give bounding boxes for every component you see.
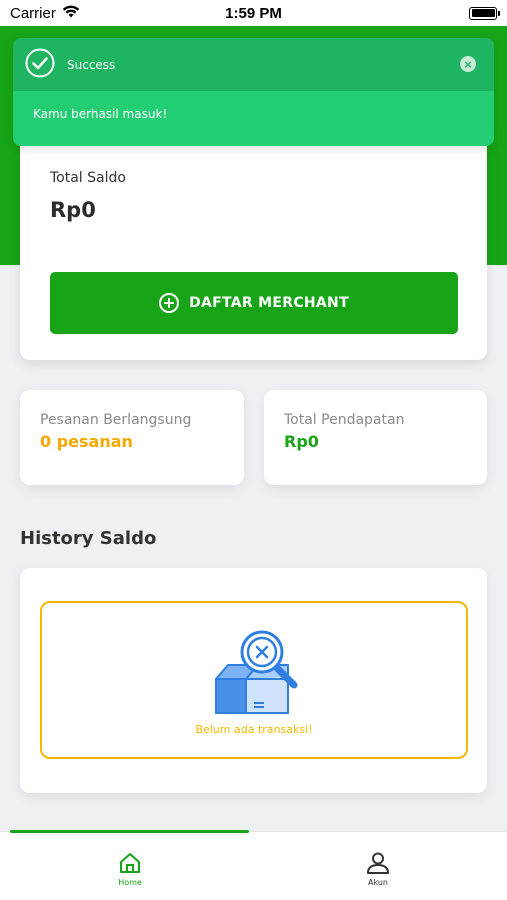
toast-message: Kamu berhasil masuk! bbox=[13, 91, 494, 146]
empty-state-text: Belum ada transaksi! bbox=[195, 723, 313, 736]
home-icon bbox=[118, 852, 142, 876]
balance-value: Rp0 bbox=[50, 198, 96, 222]
balance-label: Total Saldo bbox=[50, 170, 126, 186]
balance-card: Total Saldo Rp0 DAFTAR MERCHANT bbox=[20, 120, 487, 360]
check-circle-icon bbox=[25, 48, 55, 82]
ongoing-orders-value: 0 pesanan bbox=[40, 432, 133, 451]
nav-home-label: Home bbox=[118, 878, 142, 887]
ongoing-orders-card[interactable]: Pesanan Berlangsung 0 pesanan bbox=[20, 390, 244, 485]
success-toast: Success × Kamu berhasil masuk! bbox=[13, 38, 494, 146]
nav-account[interactable]: Akun bbox=[348, 852, 408, 887]
status-bar-left: Carrier bbox=[10, 5, 80, 22]
toast-header: Success × bbox=[13, 38, 494, 91]
toast-title: Success bbox=[67, 57, 116, 72]
nav-home[interactable]: Home bbox=[100, 852, 160, 887]
close-icon[interactable]: × bbox=[460, 56, 476, 72]
battery-icon bbox=[469, 6, 500, 20]
active-tab-indicator bbox=[10, 830, 249, 833]
bottom-navigation: Home Akun bbox=[0, 830, 507, 900]
history-title: History Saldo bbox=[20, 528, 157, 549]
empty-box-search-icon bbox=[206, 627, 306, 721]
carrier-label: Carrier bbox=[10, 4, 56, 22]
total-income-card[interactable]: Total Pendapatan Rp0 bbox=[264, 390, 487, 485]
ongoing-orders-label: Pesanan Berlangsung bbox=[40, 412, 192, 428]
nav-account-label: Akun bbox=[368, 878, 388, 887]
register-merchant-label: DAFTAR MERCHANT bbox=[189, 295, 349, 311]
total-income-value: Rp0 bbox=[284, 432, 319, 451]
history-card: Belum ada transaksi! bbox=[20, 568, 487, 793]
register-merchant-button[interactable]: DAFTAR MERCHANT bbox=[50, 272, 458, 334]
total-income-label: Total Pendapatan bbox=[284, 412, 405, 428]
wifi-icon bbox=[62, 5, 80, 22]
user-icon bbox=[366, 852, 390, 876]
status-bar: Carrier 1:59 PM bbox=[0, 0, 507, 26]
empty-state: Belum ada transaksi! bbox=[40, 601, 468, 759]
plus-circle-icon bbox=[159, 293, 180, 313]
